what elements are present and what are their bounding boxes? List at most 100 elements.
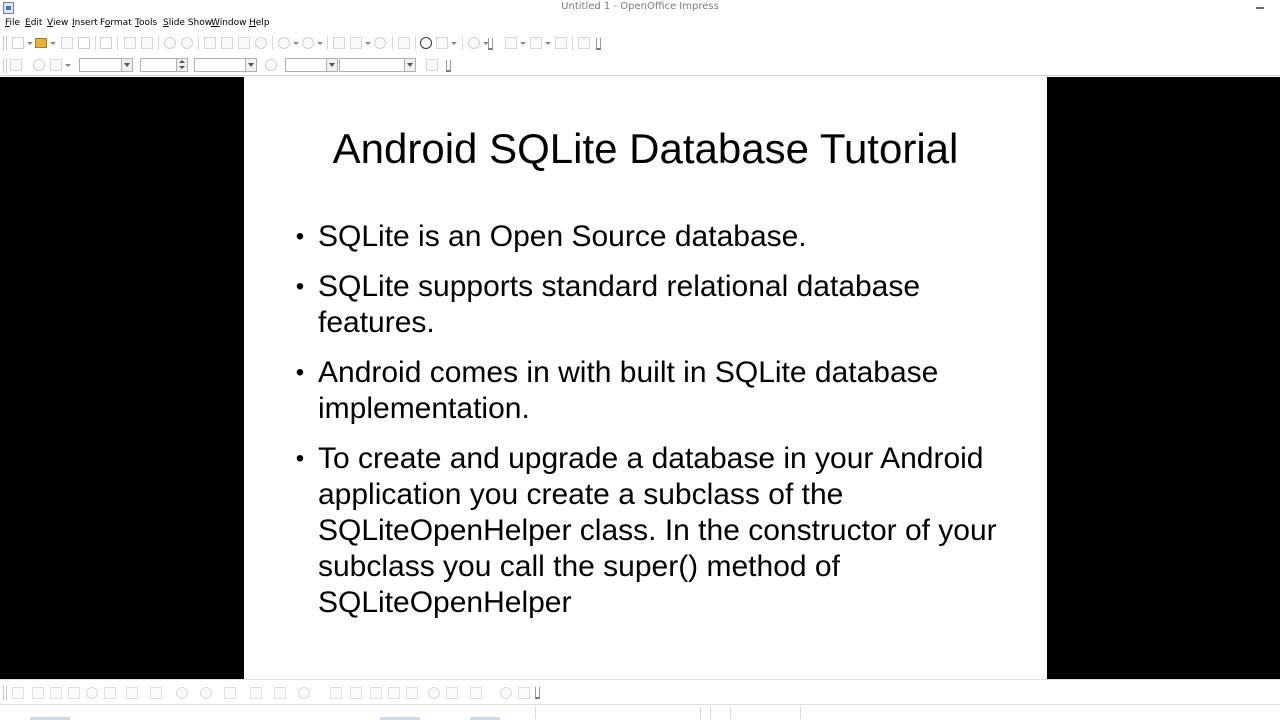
align-icon[interactable] <box>446 687 458 699</box>
toggle-3d-icon[interactable] <box>518 687 530 699</box>
gallery-icon[interactable] <box>388 687 400 699</box>
chevron-down-icon[interactable] <box>545 42 551 45</box>
line-style-select[interactable] <box>79 58 133 72</box>
line-color-select[interactable] <box>194 58 257 72</box>
flowchart-icon[interactable] <box>250 687 262 699</box>
callouts-icon[interactable] <box>274 687 286 699</box>
help-icon[interactable] <box>468 37 480 49</box>
slide-icon[interactable] <box>555 37 567 49</box>
menu-view[interactable]: View <box>47 18 68 28</box>
toolbar-grip[interactable] <box>3 58 7 73</box>
arrange-icon[interactable] <box>470 687 482 699</box>
spellcheck-icon[interactable] <box>164 37 176 49</box>
chevron-down-icon[interactable] <box>520 42 526 45</box>
chevron-down-icon[interactable] <box>451 42 457 45</box>
slide-canvas[interactable]: Android SQLite Database Tutorial • SQLite… <box>244 77 1047 679</box>
separator <box>158 36 159 50</box>
toolbar-grip[interactable] <box>3 36 7 51</box>
connector-icon[interactable] <box>150 687 162 699</box>
rectangle-icon[interactable] <box>68 687 80 699</box>
menu-window[interactable]: Window <box>211 18 247 28</box>
select-icon[interactable] <box>12 687 24 699</box>
line-icon[interactable] <box>32 687 44 699</box>
hyperlink-icon[interactable] <box>374 37 386 49</box>
table-icon[interactable] <box>350 37 362 49</box>
slide-title[interactable]: Android SQLite Database Tutorial <box>244 125 1047 173</box>
chevron-down-icon[interactable] <box>293 42 299 45</box>
toolbar-end-grip[interactable] <box>446 60 451 72</box>
open-folder-icon[interactable] <box>35 38 47 48</box>
print-preview-icon[interactable] <box>141 37 153 49</box>
fontwork-icon[interactable] <box>406 687 418 699</box>
chevron-down-icon[interactable] <box>50 42 56 45</box>
save-icon[interactable] <box>61 37 73 49</box>
chart-icon[interactable] <box>333 37 345 49</box>
menu-insert[interactable]: Insert <box>72 18 98 28</box>
new-slide-icon[interactable] <box>578 37 590 49</box>
chevron-down-icon[interactable] <box>317 42 323 45</box>
chevron-down-icon[interactable] <box>245 59 256 71</box>
spin-arrows-icon[interactable] <box>176 59 187 71</box>
toolbar-grip[interactable] <box>3 685 7 700</box>
from-file-icon[interactable] <box>370 687 382 699</box>
rotate-icon[interactable] <box>428 687 440 699</box>
symbol-shapes-icon[interactable] <box>200 687 212 699</box>
text-icon[interactable] <box>104 687 116 699</box>
glue-points-icon[interactable] <box>350 687 362 699</box>
bullet-list[interactable]: • SQLite is an Open Source database. • SQL… <box>290 219 1020 635</box>
ellipse-icon[interactable] <box>86 687 98 699</box>
chevron-down-icon[interactable] <box>65 64 71 67</box>
status-divider <box>700 707 701 719</box>
grid-icon[interactable] <box>398 37 410 49</box>
slide-layout-icon[interactable] <box>505 37 517 49</box>
stars-icon[interactable] <box>298 687 310 699</box>
export-pdf-icon[interactable] <box>100 37 112 49</box>
paste-icon[interactable] <box>238 37 250 49</box>
menu-format[interactable]: Format <box>100 18 132 28</box>
undo-icon[interactable] <box>278 37 290 49</box>
extrusion-icon[interactable] <box>500 687 512 699</box>
minimize-icon[interactable] <box>1256 7 1264 9</box>
copy-icon[interactable] <box>221 37 233 49</box>
cut-icon[interactable] <box>204 37 216 49</box>
line-width-spinner[interactable] <box>140 58 188 72</box>
area-style-icon[interactable] <box>265 59 277 71</box>
area-style-select[interactable] <box>285 58 338 72</box>
chevron-down-icon[interactable] <box>27 42 33 45</box>
area-fill-select[interactable] <box>339 58 416 72</box>
redo-icon[interactable] <box>302 37 314 49</box>
menu-slide-show[interactable]: Slide Show <box>163 18 212 28</box>
edit-file-icon[interactable] <box>78 37 90 49</box>
block-arrows-icon[interactable] <box>224 687 236 699</box>
menu-tools[interactable]: Tools <box>135 18 157 28</box>
clone-format-icon[interactable] <box>255 37 267 49</box>
separator <box>462 36 463 50</box>
print-icon[interactable] <box>124 37 136 49</box>
toolbar-end-grip[interactable] <box>596 38 601 50</box>
chevron-down-icon[interactable] <box>404 59 415 71</box>
lock-icon[interactable] <box>33 59 45 71</box>
draw-functions-icon[interactable] <box>436 37 448 49</box>
new-document-icon[interactable] <box>12 37 24 49</box>
chevron-down-icon[interactable] <box>121 59 132 71</box>
display-quality-icon[interactable] <box>420 37 432 49</box>
shadow-icon[interactable] <box>426 59 438 71</box>
object-properties-icon[interactable] <box>10 59 22 71</box>
line-arrow-icon[interactable] <box>50 687 62 699</box>
menu-file[interactable]: File <box>5 18 20 28</box>
toolbar-end-grip[interactable] <box>488 38 493 50</box>
line-ends-icon[interactable] <box>50 59 62 71</box>
separator <box>572 36 573 50</box>
list-item: • SQLite supports standard relational dat… <box>290 269 1020 341</box>
separator <box>272 36 273 50</box>
chevron-down-icon[interactable] <box>326 59 337 71</box>
chevron-down-icon[interactable] <box>365 42 371 45</box>
points-icon[interactable] <box>330 687 342 699</box>
curve-icon[interactable] <box>126 687 138 699</box>
autospellcheck-icon[interactable] <box>181 37 193 49</box>
slide-design-icon[interactable] <box>530 37 542 49</box>
menu-edit[interactable]: Edit <box>25 18 42 28</box>
basic-shapes-icon[interactable] <box>176 687 188 699</box>
menu-help[interactable]: Help <box>249 18 270 28</box>
toolbar-end-grip[interactable] <box>535 687 540 699</box>
